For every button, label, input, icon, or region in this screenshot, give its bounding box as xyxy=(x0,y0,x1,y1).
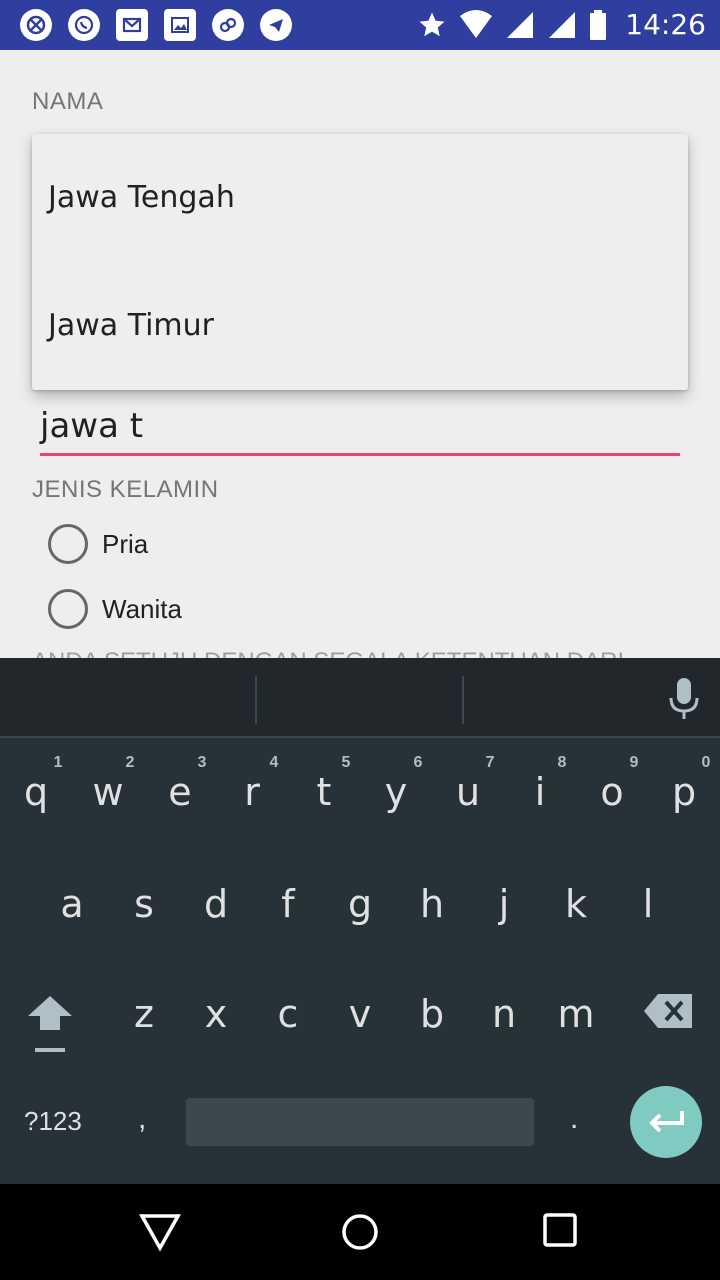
telegram-icon xyxy=(260,9,292,41)
input-underline xyxy=(40,453,680,456)
mic-icon[interactable] xyxy=(668,678,700,720)
nama-label: NAMA xyxy=(32,88,104,115)
key-n[interactable]: n xyxy=(468,992,540,1036)
key-j[interactable]: j xyxy=(468,882,540,926)
link-icon xyxy=(212,9,244,41)
radio-button[interactable] xyxy=(48,589,88,629)
radio-pria[interactable]: Pria xyxy=(48,524,148,564)
navigation-bar xyxy=(0,1184,720,1280)
key-f[interactable]: f xyxy=(252,882,324,926)
home-icon[interactable] xyxy=(340,1212,380,1252)
enter-icon xyxy=(649,1111,684,1133)
comma-key[interactable]: , xyxy=(138,1102,146,1136)
key-hint: 4 xyxy=(269,754,279,771)
key-r[interactable]: r xyxy=(216,770,288,814)
key-hint: 1 xyxy=(53,754,63,771)
status-bar: 14:26 xyxy=(0,0,720,50)
gmail-icon xyxy=(116,9,148,41)
key-hint: 9 xyxy=(629,754,639,771)
key-k[interactable]: k xyxy=(540,882,612,926)
key-p[interactable]: p xyxy=(648,770,720,814)
key-o[interactable]: o xyxy=(576,770,648,814)
province-input[interactable]: jawa t xyxy=(40,400,680,456)
symbols-key[interactable]: ?123 xyxy=(24,1106,82,1137)
key-g[interactable]: g xyxy=(324,882,396,926)
jenis-kelamin-label: JENIS KELAMIN xyxy=(32,476,219,503)
soft-keyboard: q w e r t y u i o p 1 2 3 4 5 6 7 8 9 0 … xyxy=(0,658,720,1184)
key-hint: 6 xyxy=(413,754,423,771)
space-key[interactable] xyxy=(186,1098,534,1146)
period-key[interactable]: . xyxy=(570,1102,578,1136)
signal-icon xyxy=(549,11,576,38)
key-c[interactable]: c xyxy=(252,992,324,1036)
suggestion-strip xyxy=(0,658,720,738)
key-h[interactable]: h xyxy=(396,882,468,926)
back-icon[interactable] xyxy=(138,1212,182,1252)
autocomplete-dropdown: Jawa Tengah Jawa Timur xyxy=(32,134,688,390)
input-value: jawa t xyxy=(40,406,144,446)
shift-icon[interactable] xyxy=(24,992,76,1054)
dropdown-item[interactable]: Jawa Timur xyxy=(48,308,214,343)
key-i[interactable]: i xyxy=(504,770,576,814)
key-hint: 3 xyxy=(197,754,207,771)
key-q[interactable]: q xyxy=(0,770,72,814)
signal-icon xyxy=(507,11,534,38)
key-hint: 7 xyxy=(485,754,495,771)
suggestion-divider xyxy=(462,676,464,724)
star-icon xyxy=(419,12,445,36)
backspace-icon[interactable] xyxy=(644,994,694,1028)
enter-button[interactable] xyxy=(630,1086,702,1158)
key-v[interactable]: v xyxy=(324,992,396,1036)
whatsapp-icon xyxy=(68,9,100,41)
key-s[interactable]: s xyxy=(108,882,180,926)
wifi-icon xyxy=(460,9,493,38)
key-hint: 0 xyxy=(701,754,711,771)
key-hint: 5 xyxy=(341,754,351,771)
key-t[interactable]: t xyxy=(288,770,360,814)
key-d[interactable]: d xyxy=(180,882,252,926)
radio-wanita[interactable]: Wanita xyxy=(48,589,182,629)
battery-icon xyxy=(590,9,607,40)
suggestion-divider xyxy=(255,676,257,724)
dropdown-item[interactable]: Jawa Tengah xyxy=(48,180,235,215)
key-x[interactable]: x xyxy=(180,992,252,1036)
key-u[interactable]: u xyxy=(432,770,504,814)
ban-icon xyxy=(20,9,52,41)
key-w[interactable]: w xyxy=(72,770,144,814)
clock: 14:26 xyxy=(625,8,706,41)
recents-icon[interactable] xyxy=(542,1212,578,1248)
key-hint: 8 xyxy=(557,754,567,771)
key-y[interactable]: y xyxy=(360,770,432,814)
key-m[interactable]: m xyxy=(540,992,612,1036)
key-z[interactable]: z xyxy=(108,992,180,1036)
radio-button[interactable] xyxy=(48,524,88,564)
notification-icons xyxy=(20,9,292,41)
system-icons: 14:26 xyxy=(417,8,706,41)
key-hint: 2 xyxy=(125,754,135,771)
gallery-icon xyxy=(164,9,196,41)
radio-label: Wanita xyxy=(102,593,182,624)
key-a[interactable]: a xyxy=(36,882,108,926)
key-b[interactable]: b xyxy=(396,992,468,1036)
key-l[interactable]: l xyxy=(612,882,684,926)
radio-label: Pria xyxy=(102,528,149,559)
key-e[interactable]: e xyxy=(144,770,216,814)
